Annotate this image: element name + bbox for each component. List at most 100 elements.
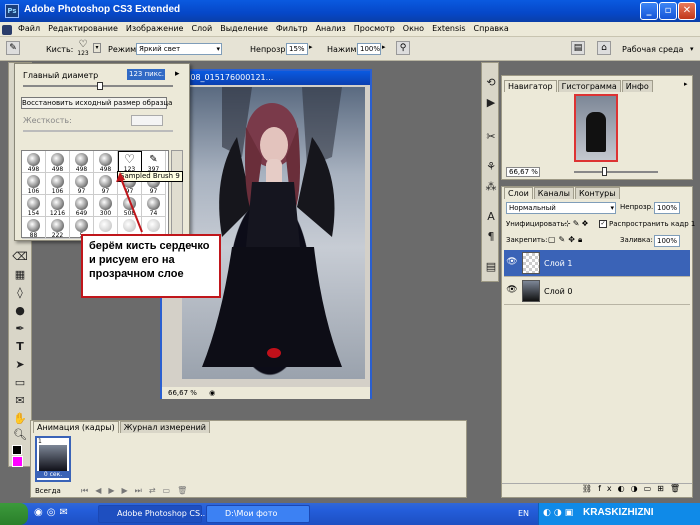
- shape-tool-icon[interactable]: ▭: [11, 375, 29, 391]
- menu-extensis[interactable]: Extensis: [428, 22, 469, 36]
- opacity-field[interactable]: 15%: [286, 43, 308, 55]
- tab-paths[interactable]: Контуры: [574, 187, 620, 199]
- brush-preset[interactable]: 498: [70, 151, 94, 173]
- photoshop-menu-icon[interactable]: [2, 25, 12, 35]
- menu-file[interactable]: Файл: [14, 22, 44, 36]
- palette-well-icon[interactable]: ▤: [571, 41, 585, 55]
- tab-navigator[interactable]: Навигатор: [504, 80, 557, 92]
- actions-panel-icon[interactable]: ▶: [482, 95, 500, 111]
- brush-preset[interactable]: 498: [22, 151, 46, 173]
- diameter-field[interactable]: 123 пикс.: [127, 69, 165, 80]
- layer-comps-icon[interactable]: ▤: [482, 259, 500, 275]
- menu-filter[interactable]: Фильтр: [272, 22, 312, 36]
- language-indicator[interactable]: EN: [518, 509, 529, 518]
- layer-opacity-field[interactable]: 100%: [654, 202, 680, 214]
- tab-histogram[interactable]: Гистограмма: [557, 80, 621, 92]
- flow-arrow-icon[interactable]: ▸: [382, 43, 386, 51]
- navigator-thumbnail[interactable]: [574, 94, 618, 162]
- document-zoom[interactable]: 66,67 %: [168, 389, 197, 397]
- animation-controls[interactable]: ⏮◀▶▶⏭⇄▭🗑︎: [81, 486, 194, 496]
- brush-preset[interactable]: 649: [70, 195, 94, 217]
- lock-icons[interactable]: ▢✎✥🔒︎: [548, 235, 585, 245]
- tray-icons[interactable]: ◐◑▣: [543, 508, 576, 518]
- fill-field[interactable]: 100%: [654, 235, 680, 247]
- gradient-tool-icon[interactable]: ▦: [11, 267, 29, 283]
- brush-preset[interactable]: 498: [46, 151, 70, 173]
- workspace-label[interactable]: Рабочая среда: [622, 45, 683, 54]
- brush-preset[interactable]: 106: [22, 173, 46, 195]
- brush-grid-scrollbar[interactable]: [171, 150, 183, 238]
- brush-preset[interactable]: 106: [46, 173, 70, 195]
- diameter-slider-thumb[interactable]: [97, 82, 103, 90]
- navigator-zoom-field[interactable]: 66,67 %: [506, 167, 540, 177]
- type-tool-icon[interactable]: T: [11, 339, 29, 355]
- menu-window[interactable]: Окно: [399, 22, 428, 36]
- menu-view[interactable]: Просмотр: [350, 22, 399, 36]
- flow-field[interactable]: 100%: [357, 43, 381, 55]
- menu-image[interactable]: Изображение: [122, 22, 188, 36]
- opacity-arrow-icon[interactable]: ▸: [309, 43, 313, 51]
- background-color-swatch[interactable]: [12, 456, 23, 467]
- brush-preset[interactable]: 1216: [46, 195, 70, 217]
- animation-frame-1[interactable]: 1 0 сек.: [35, 436, 71, 482]
- document-title[interactable]: 05_2008_015176000121...: [162, 71, 370, 85]
- tab-channels[interactable]: Каналы: [533, 187, 574, 199]
- notes-tool-icon[interactable]: ✉: [11, 393, 29, 409]
- propagate-checkbox[interactable]: ✓: [599, 220, 607, 228]
- mode-select[interactable]: Яркий свет: [136, 43, 222, 55]
- loop-select[interactable]: Всегда: [35, 487, 61, 495]
- layer-row-0[interactable]: 👁︎ Слой 0: [504, 278, 690, 305]
- paragraph-panel-icon[interactable]: ¶: [482, 229, 500, 245]
- unify-icons[interactable]: ⊹✎❖: [564, 219, 591, 228]
- close-button[interactable]: ✕: [678, 2, 696, 20]
- brushes-panel-icon[interactable]: ⁂: [482, 179, 500, 195]
- task-my-photos[interactable]: D:\Мои фото: [206, 505, 310, 523]
- blur-tool-icon[interactable]: ◊: [11, 285, 29, 301]
- foreground-color-swatch[interactable]: [12, 445, 22, 455]
- bridge-icon[interactable]: ⌂: [597, 41, 611, 55]
- restore-size-button[interactable]: Восстановить исходный размер образца: [21, 97, 172, 109]
- layers-footer-buttons[interactable]: ⛓fx◐◑▭⊞🗑︎: [502, 483, 692, 497]
- menu-select[interactable]: Выделение: [216, 22, 272, 36]
- airbrush-icon[interactable]: ⚲: [396, 41, 410, 55]
- brush-preset[interactable]: 154: [22, 195, 46, 217]
- eye-icon[interactable]: 👁︎: [506, 257, 518, 269]
- pen-tool-icon[interactable]: ✒: [11, 321, 29, 337]
- minimize-button[interactable]: _: [640, 2, 658, 20]
- navigator-menu-icon[interactable]: ▸: [684, 80, 688, 88]
- task-photoshop[interactable]: Adobe Photoshop CS...: [98, 505, 208, 523]
- zoom-tool-icon[interactable]: 🔍︎: [11, 427, 29, 443]
- tab-animation[interactable]: Анимация (кадры): [33, 421, 119, 433]
- menu-layer[interactable]: Слой: [187, 22, 216, 36]
- brush-preset[interactable]: 88: [22, 217, 46, 239]
- eye-icon[interactable]: 👁︎: [506, 285, 518, 297]
- status-info-icon[interactable]: ◉: [209, 389, 215, 397]
- brush-tool-preset-icon[interactable]: ✎: [6, 41, 20, 55]
- frame-delay[interactable]: 0 сек.: [37, 471, 69, 478]
- eraser-tool-icon[interactable]: ⌫: [11, 249, 29, 265]
- menu-edit[interactable]: Редактирование: [44, 22, 122, 36]
- navigator-zoom-thumb[interactable]: [602, 167, 607, 176]
- tab-info[interactable]: Инфо: [621, 80, 653, 92]
- menu-help[interactable]: Справка: [470, 22, 513, 36]
- navigator-zoom-slider[interactable]: [574, 171, 658, 173]
- dodge-tool-icon[interactable]: ●: [11, 303, 29, 319]
- quick-launch-icons[interactable]: ◉◎✉: [34, 507, 72, 518]
- workspace-dropdown-icon[interactable]: ▾: [690, 45, 694, 53]
- history-panel-icon[interactable]: ⟲: [482, 75, 500, 91]
- maximize-button[interactable]: ▫: [659, 2, 677, 20]
- character-panel-icon[interactable]: A: [482, 209, 500, 225]
- blend-mode-select[interactable]: Нормальный: [506, 202, 616, 214]
- hand-tool-icon[interactable]: ✋: [11, 411, 29, 427]
- canvas-photo[interactable]: [182, 87, 365, 379]
- path-select-tool-icon[interactable]: ➤: [11, 357, 29, 373]
- brush-picker-dropdown[interactable]: ▾: [93, 43, 101, 53]
- brush-preset[interactable]: 97: [70, 173, 94, 195]
- start-button[interactable]: [0, 503, 28, 525]
- tool-presets-icon[interactable]: ✂: [482, 129, 500, 145]
- menu-analysis[interactable]: Анализ: [312, 22, 350, 36]
- panel-menu-arrow-icon[interactable]: ▸: [175, 69, 180, 79]
- tab-measurement-log[interactable]: Журнал измерений: [119, 421, 211, 433]
- layer-row-1[interactable]: 👁︎ Слой 1: [504, 250, 690, 277]
- brush-preview[interactable]: ♡ 123: [74, 39, 92, 58]
